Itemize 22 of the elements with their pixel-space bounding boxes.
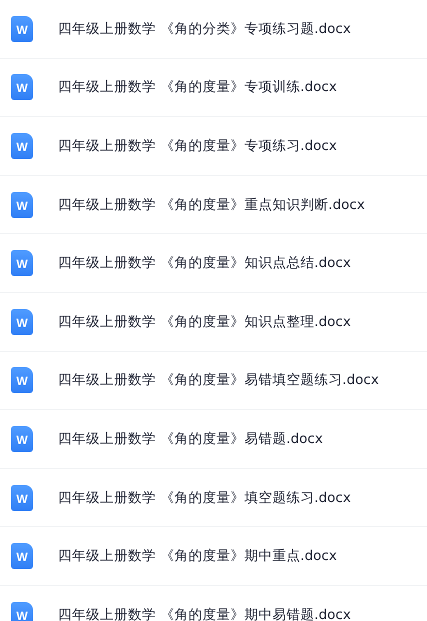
file-name[interactable]: 四年级上册数学 《角的度量》期中重点.docx <box>58 547 337 566</box>
file-name[interactable]: 四年级上册数学 《角的度量》专项训练.docx <box>58 78 337 96</box>
document-icon: W <box>11 426 33 452</box>
file-name[interactable]: 四年级上册数学 《角的度量》期中易错题.docx <box>58 606 351 621</box>
document-icon: W <box>11 74 33 100</box>
file-name[interactable]: 四年级上册数学 《角的度量》专项练习.docx <box>58 136 337 155</box>
document-icon: W <box>11 367 33 394</box>
file-name[interactable]: 四年级上册数学 《角的度量》填空题练习.docx <box>58 488 351 507</box>
file-name[interactable]: 四年级上册数学 《角的度量》重点知识判断.docx <box>58 196 365 214</box>
document-icon: W <box>11 132 33 159</box>
document-icon: W <box>11 484 33 511</box>
document-icon: W <box>11 192 33 218</box>
document-icon: W <box>11 250 33 276</box>
file-name[interactable]: 四年级上册数学 《角的分类》专项练习题.docx <box>58 20 351 38</box>
file-name[interactable]: 四年级上册数学 《角的度量》知识点总结.docx <box>58 254 351 272</box>
file-name[interactable]: 四年级上册数学 《角的度量》易错填空题练习.docx <box>58 371 379 390</box>
document-icon: W <box>11 602 33 621</box>
file-name[interactable]: 四年级上册数学 《角的度量》易错题.docx <box>58 430 323 448</box>
document-icon: W <box>11 308 33 335</box>
file-name[interactable]: 四年级上册数学 《角的度量》知识点整理.docx <box>58 312 351 331</box>
document-icon: W <box>11 543 33 570</box>
document-icon: W <box>11 16 33 42</box>
